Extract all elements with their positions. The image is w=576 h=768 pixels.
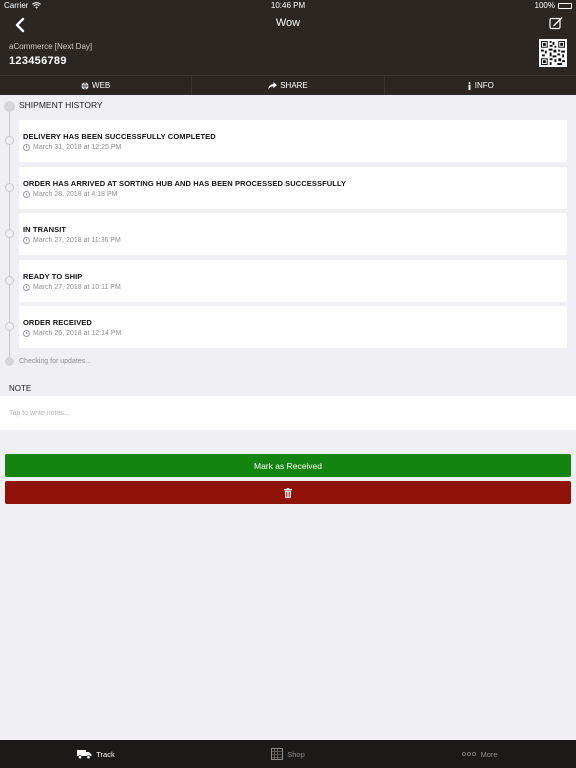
- battery-percent: 100%: [534, 1, 555, 10]
- info-label: INFO: [474, 81, 494, 90]
- truck-icon: [77, 750, 92, 759]
- more-icon: [462, 752, 477, 756]
- tab-bar: Track Shop More: [0, 740, 576, 768]
- qr-code-icon[interactable]: [539, 39, 567, 67]
- event-title: ORDER RECEIVED: [23, 318, 92, 327]
- share-icon: [268, 81, 278, 90]
- clock-icon: [23, 284, 30, 291]
- web-label: WEB: [92, 81, 111, 90]
- status-bar: Carrier 10:46 PM 100%: [0, 0, 576, 12]
- note-label: NOTE: [9, 384, 32, 393]
- event-date: March 28, 2018 at 4:18 PM: [23, 191, 117, 198]
- event-date: March 27, 2018 at 11:36 PM: [23, 237, 121, 244]
- event-title: IN TRANSIT: [23, 225, 67, 234]
- edit-icon[interactable]: [549, 16, 563, 30]
- event-title: READY TO SHIP: [23, 272, 83, 281]
- timeline-dot: [5, 229, 14, 238]
- delete-button[interactable]: [5, 481, 571, 504]
- globe-icon: [81, 81, 89, 90]
- share-label: SHARE: [280, 81, 308, 90]
- event-title: ORDER HAS ARRIVED AT SORTING HUB AND HAS…: [23, 179, 347, 188]
- page-title: Wow: [275, 17, 301, 29]
- timeline-end-dot: [5, 357, 14, 366]
- event-date: March 26, 2018 at 12:14 PM: [23, 330, 121, 337]
- mark-received-button[interactable]: Mark as Received: [5, 454, 571, 477]
- share-button[interactable]: SHARE: [192, 76, 385, 95]
- clock-icon: [23, 330, 30, 337]
- event-date: March 31, 2018 at 12:25 PM: [23, 144, 121, 151]
- history-event[interactable]: READY TO SHIP March 27, 2018 at 10:11 PM: [5, 260, 567, 302]
- note-input[interactable]: [0, 396, 576, 430]
- event-title: DELIVERY HAS BEEN SUCCESSFULLY COMPLETED: [23, 132, 216, 141]
- timeline-start-dot: [4, 101, 15, 112]
- history-event[interactable]: ORDER RECEIVED March 26, 2018 at 12:14 P…: [5, 306, 567, 348]
- tab-track[interactable]: Track: [0, 740, 192, 768]
- tab-shop[interactable]: Shop: [192, 740, 384, 768]
- shop-icon: [271, 748, 284, 760]
- history-event[interactable]: ORDER HAS ARRIVED AT SORTING HUB AND HAS…: [5, 167, 567, 209]
- tab-shop-label: Shop: [287, 749, 305, 759]
- clock-icon: [23, 191, 30, 198]
- battery-icon: [558, 2, 572, 9]
- timeline-dot: [5, 136, 14, 145]
- event-date-text: March 31, 2018 at 12:25 PM: [33, 144, 122, 151]
- clock-icon: [23, 144, 30, 151]
- timeline-dot: [5, 322, 14, 331]
- clock-time: 10:46 PM: [270, 1, 306, 10]
- shipment-history-header: SHIPMENT HISTORY: [19, 100, 103, 110]
- event-date: March 27, 2018 at 10:11 PM: [23, 284, 121, 291]
- history-event[interactable]: DELIVERY HAS BEEN SUCCESSFULLY COMPLETED…: [5, 120, 567, 162]
- tab-more-label: More: [480, 749, 498, 759]
- battery-group: 100%: [535, 1, 572, 10]
- nav-bar: Wow aCommerce [Next Day] 123456789: [0, 12, 576, 75]
- info-icon: [468, 81, 471, 90]
- timeline-dot: [5, 183, 14, 192]
- web-button[interactable]: WEB: [0, 76, 193, 95]
- action-bar: WEB SHARE INFO: [0, 75, 576, 95]
- event-date-text: March 28, 2018 at 4:18 PM: [33, 191, 118, 198]
- timeline-dot: [5, 276, 14, 285]
- tracking-number: 123456789: [9, 55, 67, 67]
- trash-icon: [284, 487, 292, 498]
- event-date-text: March 27, 2018 at 10:11 PM: [33, 284, 121, 291]
- carrier-service-label: aCommerce [Next Day]: [9, 42, 93, 51]
- checking-updates-text: Checking for updates...: [19, 358, 91, 365]
- tab-track-label: Track: [96, 749, 115, 759]
- history-event[interactable]: IN TRANSIT March 27, 2018 at 11:36 PM: [5, 213, 567, 255]
- event-date-text: March 27, 2018 at 11:36 PM: [33, 237, 121, 244]
- info-button[interactable]: INFO: [385, 76, 576, 95]
- event-date-text: March 26, 2018 at 12:14 PM: [33, 330, 122, 337]
- tab-more[interactable]: More: [384, 740, 576, 768]
- clock-icon: [23, 237, 30, 244]
